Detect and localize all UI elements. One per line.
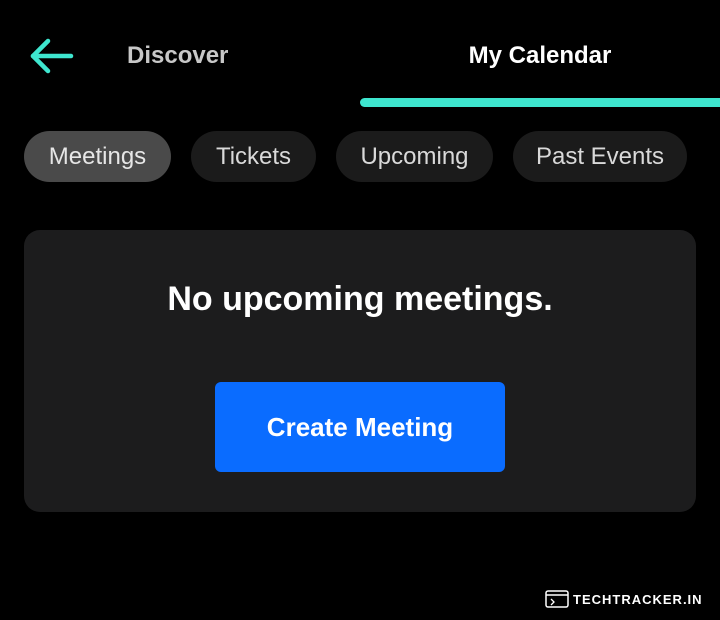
browser-window-icon bbox=[545, 590, 569, 608]
back-button[interactable] bbox=[28, 36, 76, 76]
filter-chip-meetings[interactable]: Meetings bbox=[24, 131, 171, 182]
active-tab-indicator bbox=[360, 98, 720, 107]
tab-discover[interactable]: Discover bbox=[127, 38, 228, 74]
watermark-text: TECHTRACKER.IN bbox=[573, 591, 703, 607]
create-meeting-button[interactable]: Create Meeting bbox=[215, 382, 505, 472]
empty-state-card: No upcoming meetings. Create Meeting bbox=[24, 230, 696, 512]
filter-chip-past-events[interactable]: Past Events bbox=[513, 131, 687, 182]
watermark: TECHTRACKER.IN bbox=[545, 588, 703, 610]
filter-chip-tickets[interactable]: Tickets bbox=[191, 131, 316, 182]
filter-chip-upcoming[interactable]: Upcoming bbox=[336, 131, 493, 182]
empty-state-message: No upcoming meetings. bbox=[167, 280, 553, 318]
tab-my-calendar[interactable]: My Calendar bbox=[360, 38, 720, 74]
arrow-left-icon bbox=[30, 38, 74, 74]
